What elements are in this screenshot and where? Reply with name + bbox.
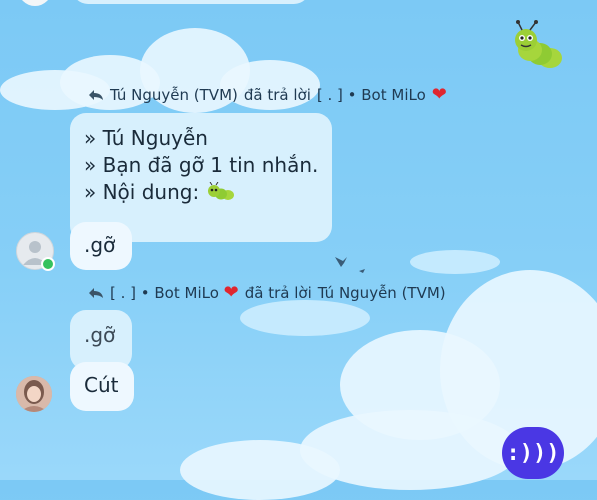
quoted-line: » Nội dung:: [84, 179, 332, 206]
previous-message-bubble[interactable]: [72, 0, 310, 4]
reply-target[interactable]: [ . ] • Bot MiLo: [317, 86, 426, 104]
quick-reaction-label: :))): [506, 440, 560, 466]
reply-verb: đã trả lời: [243, 86, 311, 104]
heart-icon: ❤: [431, 84, 447, 105]
message-bubble[interactable]: Cút: [70, 362, 134, 411]
heart-icon: ❤: [223, 282, 239, 303]
reply-arrow-icon: [89, 288, 103, 298]
reply-author[interactable]: [ . ] • Bot MiLo ❤: [110, 282, 239, 303]
quoted-text: .gỡ: [84, 323, 116, 347]
quoted-message-bubble[interactable]: .gỡ: [70, 310, 132, 370]
message-text: .gỡ: [84, 233, 116, 257]
message-text: Cút: [84, 373, 119, 397]
bird-decoration: [335, 257, 365, 273]
reply-author[interactable]: Tú Nguyễn (TVM): [110, 86, 238, 104]
reply-arrow-icon: [89, 90, 103, 100]
reply-target[interactable]: Tú Nguyễn (TVM): [318, 284, 446, 302]
caterpillar-sticker[interactable]: [508, 20, 568, 76]
reply-verb: đã trả lời: [244, 284, 312, 302]
previous-avatar: [18, 0, 52, 6]
reply-header: [ . ] • Bot MiLo ❤ đã trả lời Tú Nguyễn …: [88, 284, 446, 302]
avatar[interactable]: [16, 376, 52, 412]
online-status-dot: [41, 257, 55, 271]
user-photo: [16, 376, 52, 412]
quoted-line: » Bạn đã gỡ 1 tin nhắn.: [84, 153, 319, 177]
quoted-line: » Tú Nguyễn: [84, 126, 208, 150]
reply-header: Tú Nguyễn (TVM) đã trả lời [ . ] • Bot M…: [88, 86, 447, 104]
caterpillar-icon: [207, 181, 234, 200]
quick-reaction-button[interactable]: :))): [502, 427, 564, 479]
message-bubble[interactable]: .gỡ: [70, 222, 132, 270]
